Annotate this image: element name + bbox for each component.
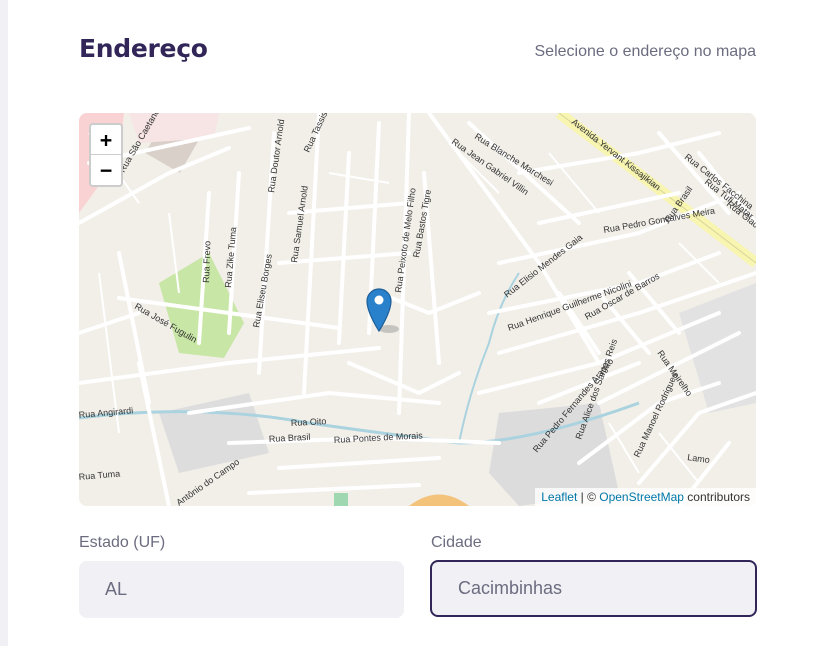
city-select[interactable]: Cacimbinhas <box>430 560 757 617</box>
map[interactable]: Rua São Caetano Rua Doutor Arnold Rua Sa… <box>79 113 756 506</box>
map-tiles[interactable]: Rua São Caetano Rua Doutor Arnold Rua Sa… <box>79 113 756 506</box>
leaflet-link[interactable]: Leaflet <box>541 490 577 504</box>
street-label: Rua Frevo <box>201 241 212 283</box>
zoom-control: + − <box>89 123 123 187</box>
street-label: Rua Oito <box>291 416 327 428</box>
map-attribution: Leaflet | © OpenStreetMap contributors <box>535 488 756 506</box>
map-pin-icon[interactable] <box>365 285 401 335</box>
state-label: Estado (UF) <box>79 534 166 551</box>
section-title: Endereço <box>79 34 208 63</box>
attribution-suffix: contributors <box>683 490 750 504</box>
openstreetmap-link[interactable]: OpenStreetMap <box>599 490 684 504</box>
zoom-in-button[interactable]: + <box>91 125 121 155</box>
sidebar-edge <box>0 0 8 646</box>
map-hint: Selecione o endereço no mapa <box>534 43 757 60</box>
state-select[interactable]: AL <box>79 561 404 618</box>
zoom-out-button[interactable]: − <box>91 155 121 185</box>
attribution-separator: | © <box>577 490 600 504</box>
city-label: Cidade <box>431 534 482 551</box>
